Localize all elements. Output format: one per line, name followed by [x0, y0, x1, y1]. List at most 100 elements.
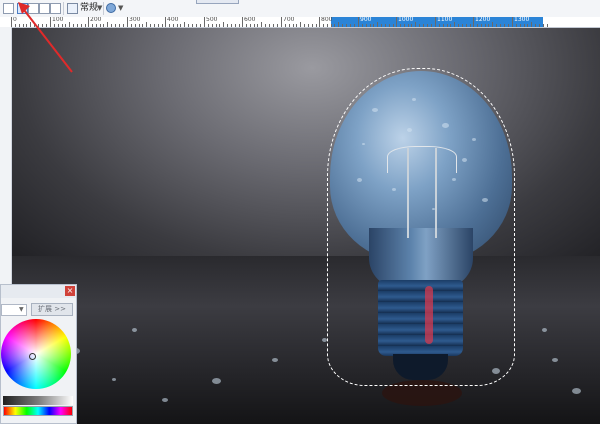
ruler-minor-tick [285, 24, 286, 27]
ruler-minor-tick [439, 24, 440, 27]
ruler-minor-tick [458, 24, 459, 27]
ruler-minor-tick [123, 24, 124, 27]
ruler-minor-tick [504, 24, 505, 27]
antialias-icon[interactable] [106, 3, 116, 13]
ruler-minor-tick [146, 22, 147, 27]
water-droplet [472, 138, 476, 141]
ruler-minor-tick [481, 24, 482, 27]
ruler-minor-tick [447, 24, 448, 27]
ruler-minor-tick [180, 24, 181, 27]
chevron-down-icon[interactable]: ▼ [118, 4, 123, 13]
ruler-minor-tick [516, 24, 517, 27]
ruler-minor-tick [366, 24, 367, 27]
ruler-label: 1000 [398, 17, 414, 23]
ruler-label: 700 [283, 17, 295, 23]
water-droplet [482, 198, 488, 202]
ruler-minor-tick [208, 24, 209, 27]
ruler-minor-tick [316, 24, 317, 27]
ruler-minor-tick [323, 24, 324, 27]
water-droplet [362, 143, 365, 145]
ruler-label: 1200 [475, 17, 491, 23]
ruler-minor-tick [496, 24, 497, 27]
ruler-minor-tick [342, 24, 343, 27]
water-droplet [212, 378, 221, 384]
water-droplet [452, 178, 456, 181]
ruler-minor-tick [250, 24, 251, 27]
ruler-minor-tick [419, 24, 420, 27]
ruler-minor-tick [454, 22, 455, 27]
ruler-minor-tick [535, 24, 536, 27]
toolbar-divider [103, 2, 104, 15]
ruler-major-tick [512, 17, 513, 27]
ruler-minor-tick [296, 24, 297, 27]
ruler-minor-tick [231, 24, 232, 27]
ruler-major-tick [165, 17, 166, 27]
ruler-label: 1100 [437, 17, 453, 23]
ruler-minor-tick [119, 24, 120, 27]
selection-mode-dropdown[interactable]: 常规 [80, 2, 98, 15]
ruler-minor-tick [370, 24, 371, 27]
ruler-minor-tick [470, 24, 471, 27]
ruler-minor-tick [334, 24, 335, 27]
hue-spectrum-bar[interactable] [3, 406, 73, 416]
ruler-label: 800 [321, 17, 333, 23]
color-mode-select[interactable]: ▼ [1, 304, 27, 316]
ruler-minor-tick [169, 24, 170, 27]
ruler-minor-tick [192, 24, 193, 27]
ruler-minor-tick [142, 24, 143, 27]
toolbar-tab[interactable] [196, 0, 239, 4]
close-icon[interactable]: × [65, 286, 75, 296]
ruler-minor-tick [246, 24, 247, 27]
expand-button[interactable]: 扩展 >> [31, 303, 73, 316]
ruler-minor-tick [443, 24, 444, 27]
ruler-major-tick [473, 17, 474, 27]
ruler-minor-tick [223, 22, 224, 27]
annotation-arrow-icon [18, 2, 73, 73]
ruler-minor-tick [289, 24, 290, 27]
ruler-minor-tick [508, 24, 509, 27]
ruler-minor-tick [81, 24, 82, 27]
water-droplet [542, 328, 547, 332]
ruler-minor-tick [261, 22, 262, 27]
ruler-minor-tick [216, 24, 217, 27]
ruler-minor-tick [427, 24, 428, 27]
water-droplet [392, 188, 396, 191]
ruler-minor-tick [96, 24, 97, 27]
ruler-minor-tick [254, 24, 255, 27]
image-canvas[interactable] [12, 28, 600, 424]
water-droplet [162, 398, 168, 402]
ruler-minor-tick [423, 24, 424, 27]
ruler-minor-tick [188, 24, 189, 27]
ruler-minor-tick [362, 24, 363, 27]
brightness-strip[interactable] [3, 396, 73, 405]
color-picker-cursor[interactable] [29, 353, 36, 360]
water-droplet [572, 388, 581, 394]
ruler-minor-tick [162, 24, 163, 27]
ruler-minor-tick [404, 24, 405, 27]
ruler-major-tick [204, 17, 205, 27]
ruler-minor-tick [524, 24, 525, 27]
selection-marquee[interactable] [327, 68, 515, 386]
ruler-major-tick [435, 17, 436, 27]
ruler-minor-tick [131, 24, 132, 27]
color-panel: × ▼ 扩展 >> [0, 284, 77, 424]
ruler-minor-tick [235, 24, 236, 27]
water-droplet [462, 158, 467, 162]
ruler-minor-tick [531, 22, 532, 27]
ruler-minor-tick [150, 24, 151, 27]
new-selection-icon[interactable] [3, 3, 14, 14]
water-droplet [432, 208, 435, 210]
ruler-minor-tick [539, 24, 540, 27]
water-droplet [552, 358, 558, 362]
ruler-major-tick [281, 17, 282, 27]
chevron-down-icon[interactable]: ▼ [97, 4, 102, 13]
ruler-label: 500 [206, 17, 218, 23]
ruler-major-tick [88, 17, 89, 27]
ruler-minor-tick [385, 24, 386, 27]
ruler-minor-tick [227, 24, 228, 27]
ruler-minor-tick [139, 24, 140, 27]
ruler-minor-tick [346, 24, 347, 27]
water-droplet [272, 358, 278, 362]
ruler-minor-tick [500, 24, 501, 27]
ruler-minor-tick [411, 24, 412, 27]
